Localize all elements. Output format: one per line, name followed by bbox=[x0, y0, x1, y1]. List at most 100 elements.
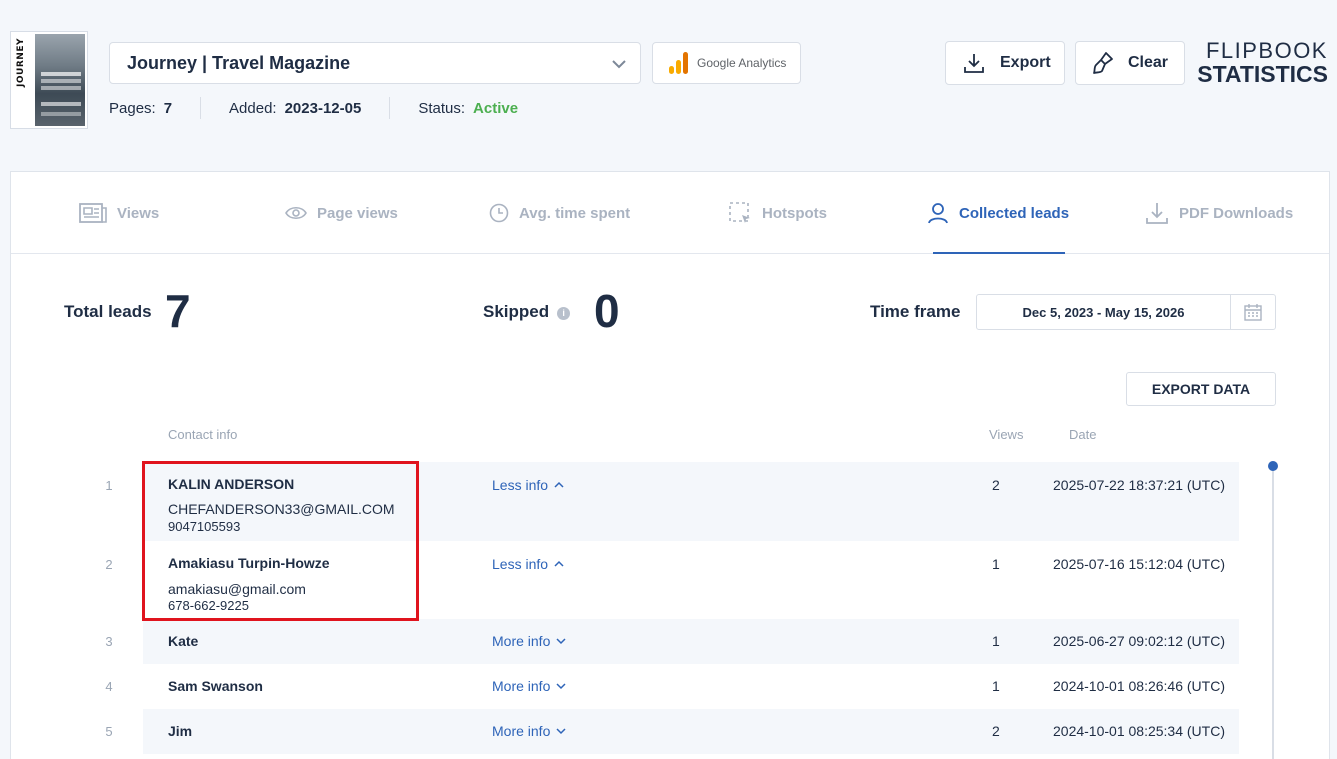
export-data-button[interactable]: EXPORT DATA bbox=[1126, 372, 1276, 406]
divider bbox=[200, 97, 202, 119]
brush-icon bbox=[1093, 52, 1113, 74]
added-label: Added: bbox=[229, 99, 277, 117]
lead-date: 2025-06-27 09:02:12 (UTC) bbox=[1053, 633, 1225, 649]
publication-select-value: Journey | Travel Magazine bbox=[127, 52, 351, 73]
divider bbox=[389, 97, 391, 119]
column-header-views: Views bbox=[989, 427, 1024, 442]
less-info-toggle[interactable]: Less info bbox=[492, 477, 564, 493]
google-analytics-button[interactable]: Google Analytics bbox=[652, 42, 801, 84]
calendar-icon[interactable] bbox=[1231, 295, 1275, 329]
tab-views[interactable]: Views bbox=[79, 172, 159, 254]
lead-views: 2 bbox=[992, 723, 1000, 739]
lead-date: 2025-07-16 15:12:04 (UTC) bbox=[1053, 556, 1225, 572]
clear-button[interactable]: Clear bbox=[1075, 41, 1185, 85]
row-number: 1 bbox=[105, 478, 113, 493]
lead-email: amakiasu@gmail.com bbox=[168, 581, 306, 597]
tab-label: Avg. time spent bbox=[519, 204, 631, 222]
skipped-label: Skipped bbox=[483, 302, 550, 321]
lead-date: 2025-07-22 18:37:21 (UTC) bbox=[1053, 477, 1225, 493]
column-header-contact: Contact info bbox=[168, 427, 238, 442]
tab-avg-time-spent[interactable]: Avg. time spent bbox=[489, 172, 630, 254]
status-label: Status: bbox=[418, 99, 466, 117]
tab-label: Hotspots bbox=[762, 204, 827, 222]
tab-label: Collected leads bbox=[959, 204, 1070, 222]
chevron-up-icon bbox=[554, 481, 564, 488]
lead-name: Jim bbox=[168, 723, 193, 739]
tab-label: Page views bbox=[317, 204, 398, 222]
lead-name: Kate bbox=[168, 633, 199, 649]
active-tab-indicator bbox=[933, 252, 1065, 254]
row-number: 2 bbox=[105, 557, 113, 572]
tab-label: Views bbox=[117, 204, 160, 222]
chevron-down-icon bbox=[556, 728, 566, 735]
download-icon bbox=[964, 54, 984, 73]
eye-icon bbox=[285, 206, 307, 220]
publication-meta: Pages: 7 Added: 2023-12-05 Status: Activ… bbox=[109, 96, 518, 120]
total-leads-value: 7 bbox=[165, 285, 191, 337]
column-header-date: Date bbox=[1069, 427, 1097, 442]
table-row: 1 KALIN ANDERSON CHEFANDERSON33@GMAIL.CO… bbox=[105, 462, 1239, 541]
tab-pdf-downloads[interactable]: PDF Downloads bbox=[1145, 172, 1293, 254]
flipbook-statistics-logo: FLIPBOOK STATISTICS bbox=[1197, 40, 1328, 86]
publication-select[interactable]: Journey | Travel Magazine bbox=[109, 42, 641, 84]
lead-phone: 9047105593 bbox=[168, 519, 241, 534]
lead-views: 2 bbox=[992, 477, 1000, 493]
timeframe-label: Time frame bbox=[870, 302, 961, 321]
less-info-toggle[interactable]: Less info bbox=[492, 556, 564, 572]
brand-line-2: STATISTICS bbox=[1197, 61, 1328, 87]
more-info-toggle[interactable]: More info bbox=[492, 633, 566, 649]
pages-value: 7 bbox=[163, 99, 173, 117]
timeline-marker bbox=[1268, 461, 1278, 471]
total-leads-label: Total leads bbox=[64, 302, 152, 321]
google-analytics-icon bbox=[669, 52, 689, 74]
lead-views: 1 bbox=[992, 678, 1000, 694]
table-row: 3 Kate More info 1 2025-06-27 09:02:12 (… bbox=[105, 619, 1239, 664]
chevron-down-icon bbox=[556, 683, 566, 690]
brand-line-1: FLIPBOOK bbox=[1205, 38, 1328, 63]
chevron-down-icon bbox=[612, 60, 626, 69]
pages-label: Pages: bbox=[109, 99, 156, 117]
clock-icon bbox=[489, 203, 509, 223]
toggle-label: More info bbox=[492, 633, 551, 649]
row-number: 4 bbox=[105, 679, 113, 694]
clear-label: Clear bbox=[1128, 54, 1169, 71]
chevron-up-icon bbox=[554, 560, 564, 567]
thumbnail-title: JOURNEY bbox=[16, 38, 26, 87]
toggle-label: More info bbox=[492, 678, 551, 694]
toggle-label: More info bbox=[492, 723, 551, 739]
lead-views: 1 bbox=[992, 633, 1000, 649]
tab-label: PDF Downloads bbox=[1179, 204, 1294, 222]
export-button[interactable]: Export bbox=[945, 41, 1065, 85]
export-label: Export bbox=[1000, 54, 1051, 71]
lead-views: 1 bbox=[992, 556, 1000, 572]
info-icon[interactable]: i bbox=[557, 306, 571, 320]
status-badge: Active bbox=[473, 99, 519, 117]
table-row: 2 Amakiasu Turpin-Howze amakiasu@gmail.c… bbox=[105, 541, 1239, 619]
lead-name: Sam Swanson bbox=[168, 678, 263, 694]
table-row: 4 Sam Swanson More info 1 2024-10-01 08:… bbox=[105, 664, 1239, 709]
timeframe-picker[interactable]: Dec 5, 2023 - May 15, 2026 bbox=[976, 294, 1276, 330]
statistics-panel: Views Page views Avg. time spent Hotspot… bbox=[10, 171, 1330, 759]
lead-name: Amakiasu Turpin-Howze bbox=[168, 555, 330, 571]
lead-date: 2024-10-01 08:26:46 (UTC) bbox=[1053, 678, 1225, 694]
lead-email: CHEFANDERSON33@GMAIL.COM bbox=[168, 501, 395, 517]
hotspot-icon bbox=[729, 202, 750, 223]
skipped-value: 0 bbox=[594, 285, 620, 337]
table-row: 5 Jim More info 2 2024-10-01 08:25:34 (U… bbox=[105, 709, 1239, 754]
tab-collected-leads[interactable]: Collected leads bbox=[927, 172, 1069, 254]
skipped-label-group: Skipped i bbox=[483, 302, 571, 322]
toggle-label: Less info bbox=[492, 477, 549, 493]
row-number: 5 bbox=[105, 724, 113, 739]
tab-hotspots[interactable]: Hotspots bbox=[728, 172, 827, 254]
download-icon bbox=[1146, 203, 1168, 224]
tab-page-views[interactable]: Page views bbox=[285, 172, 398, 254]
timeframe-value: Dec 5, 2023 - May 15, 2026 bbox=[977, 295, 1231, 329]
lead-phone: 678-662-9225 bbox=[168, 598, 249, 613]
google-analytics-label: Google Analytics bbox=[697, 56, 787, 70]
lead-name: KALIN ANDERSON bbox=[168, 476, 295, 492]
added-value: 2023-12-05 bbox=[284, 99, 362, 117]
more-info-toggle[interactable]: More info bbox=[492, 678, 566, 694]
lead-date: 2024-10-01 08:25:34 (UTC) bbox=[1053, 723, 1225, 739]
more-info-toggle[interactable]: More info bbox=[492, 723, 566, 739]
row-number: 3 bbox=[105, 634, 113, 649]
